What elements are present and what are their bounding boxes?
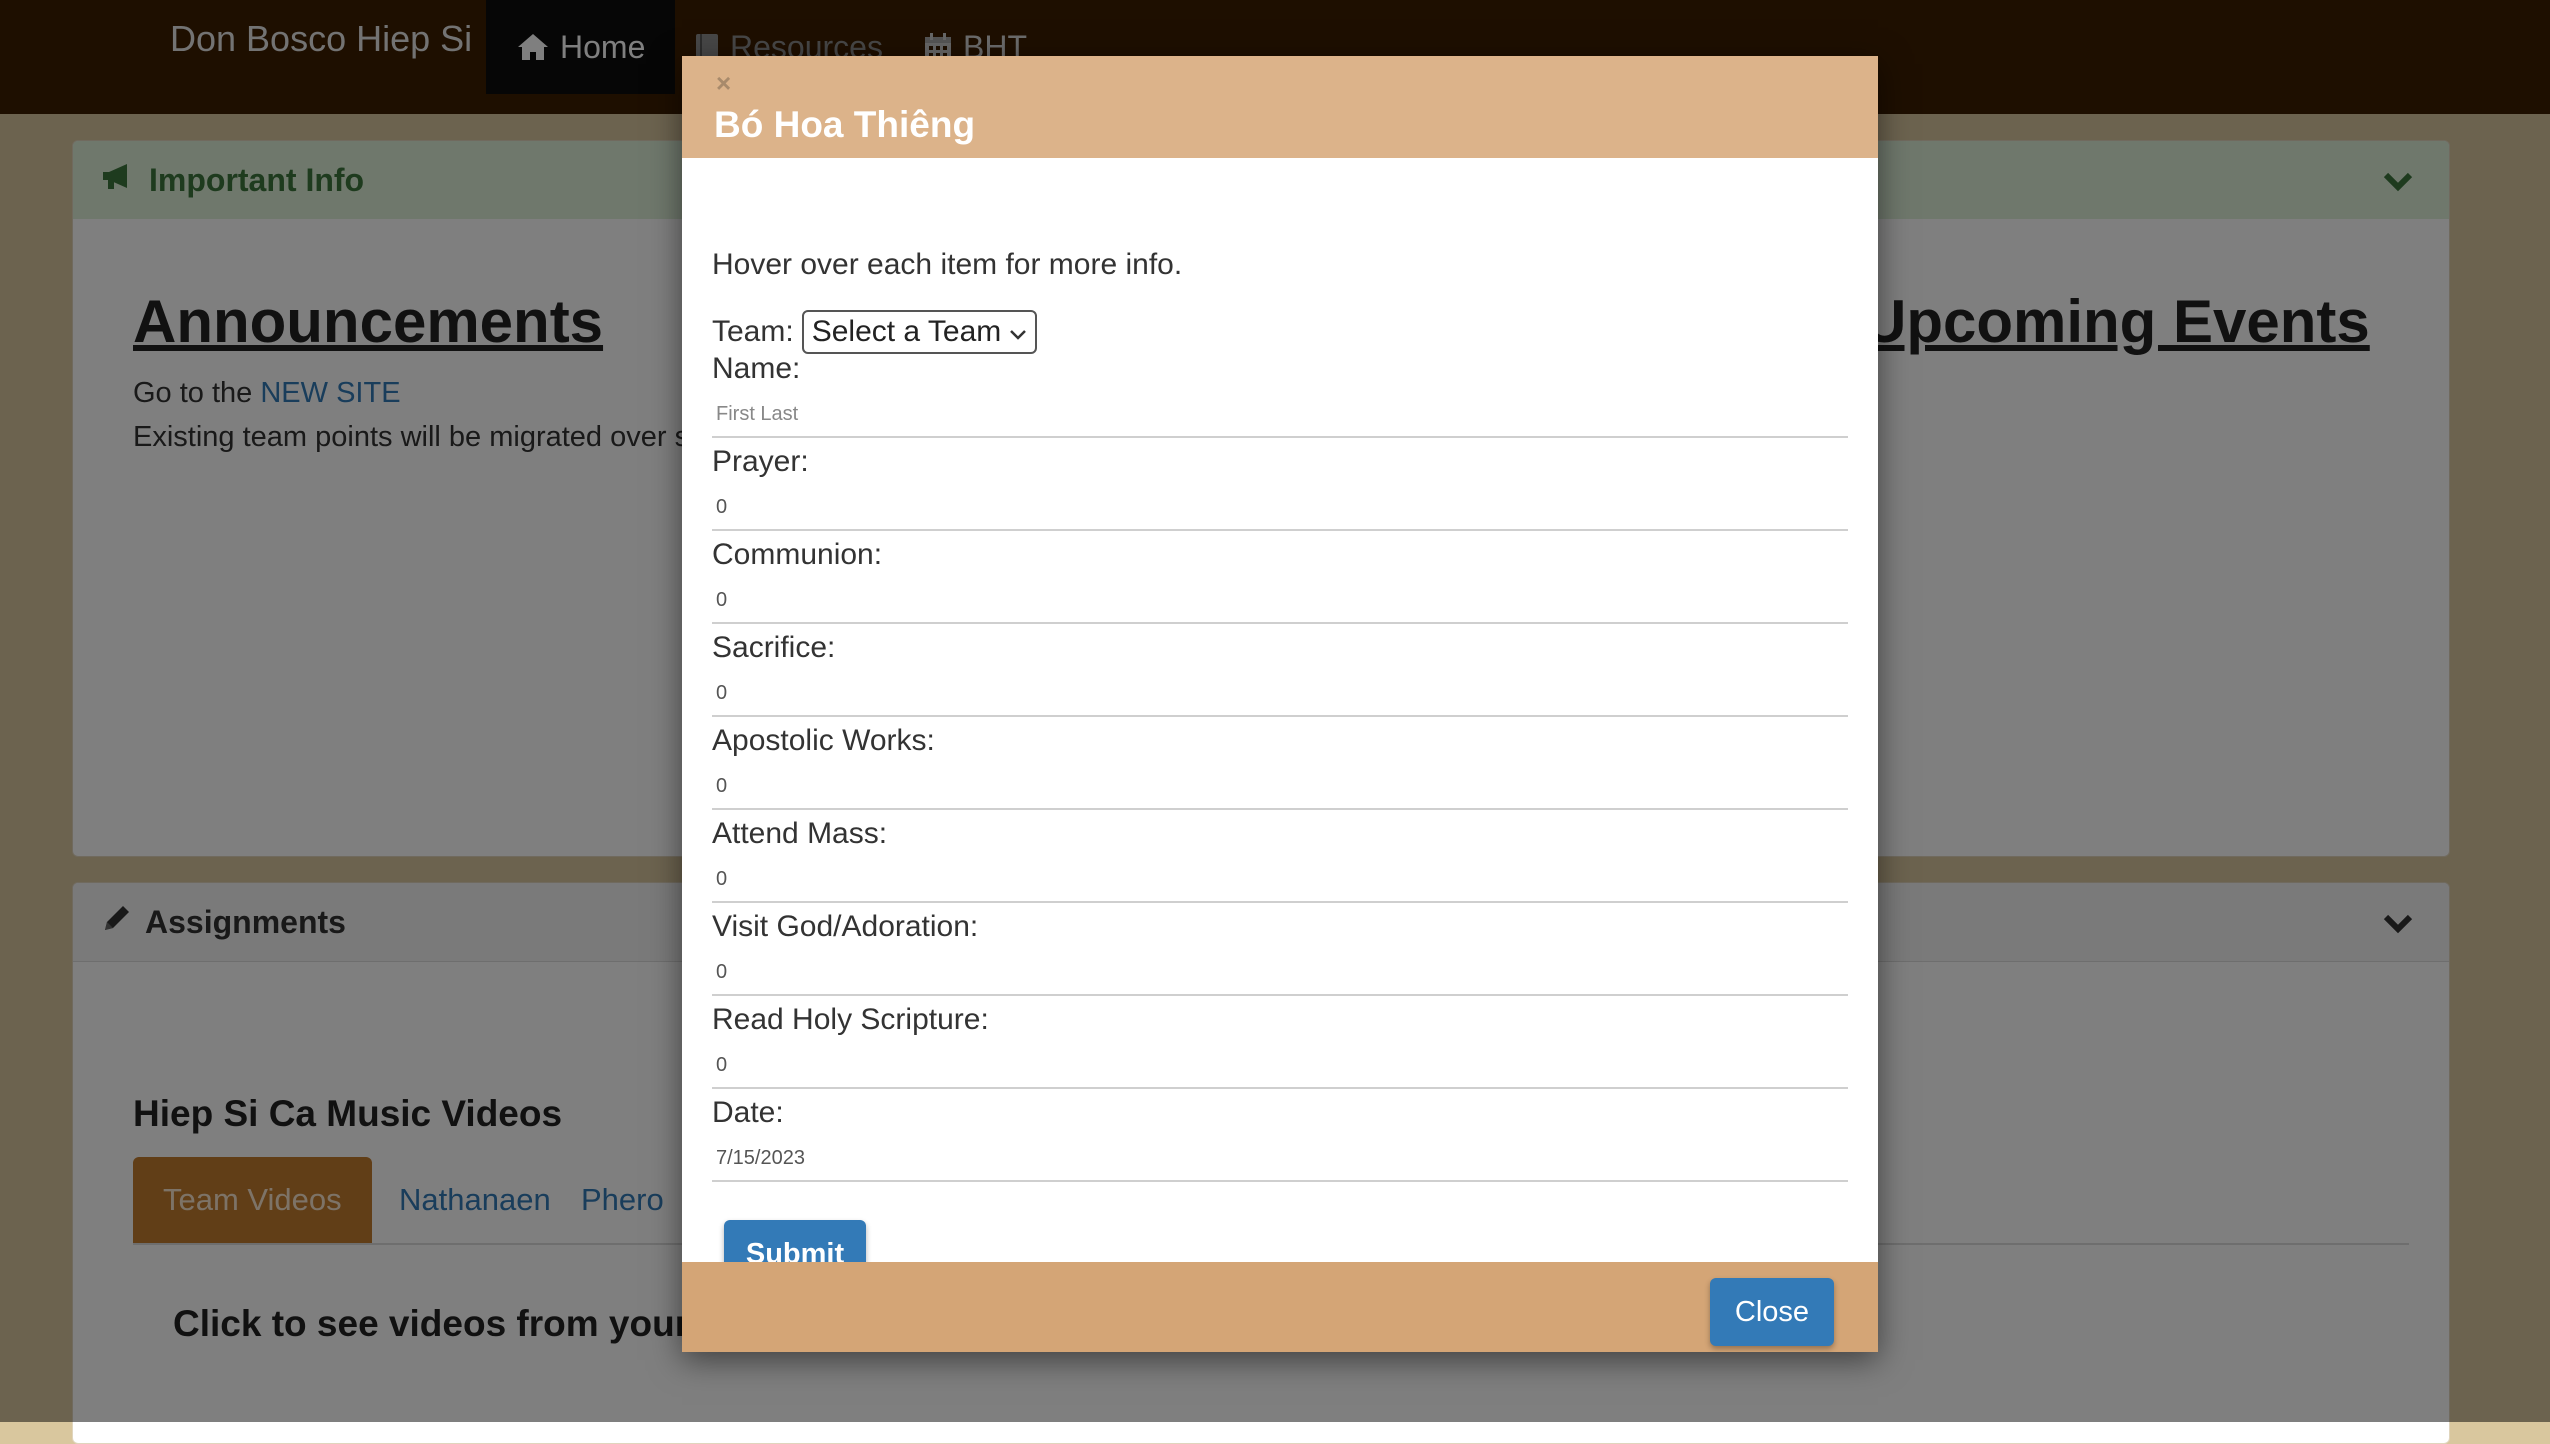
communion-label: Communion: (712, 538, 883, 571)
visit-god-label: Visit God/Adoration: (712, 910, 979, 943)
name-input[interactable] (712, 392, 1848, 438)
prayer-label: Prayer: (712, 445, 809, 478)
visit-god-field: Visit God/Adoration: (712, 910, 1848, 1003)
communion-input[interactable] (712, 578, 1848, 624)
prayer-field: Prayer: (712, 445, 1848, 538)
modal-title: Bó Hoa Thiêng (714, 104, 976, 145)
team-select[interactable]: Select a Team (801, 310, 1038, 354)
bht-modal: × Bó Hoa Thiêng Hover over each item for… (682, 56, 1878, 1352)
date-label: Date: (712, 1096, 784, 1129)
apostolic-works-label: Apostolic Works: (712, 724, 935, 757)
read-scripture-label: Read Holy Scripture: (712, 1003, 989, 1036)
modal-footer: Close (682, 1262, 1878, 1352)
attend-mass-label: Attend Mass: (712, 817, 888, 850)
prayer-input[interactable] (712, 485, 1848, 531)
hover-note: Hover over each item for more info. (712, 248, 1183, 281)
close-button[interactable]: Close (1710, 1278, 1834, 1346)
date-input[interactable] (712, 1136, 1848, 1182)
visit-god-input[interactable] (712, 950, 1848, 996)
name-label: Name: (712, 352, 801, 385)
communion-field: Communion: (712, 538, 1848, 631)
read-scripture-field: Read Holy Scripture: (712, 1003, 1848, 1096)
team-label: Team: (712, 315, 794, 348)
team-select-value: Select a Team (811, 315, 1002, 348)
sacrifice-input[interactable] (712, 671, 1848, 717)
modal-header: × Bó Hoa Thiêng (682, 56, 1878, 158)
date-field: Date: (712, 1096, 1848, 1189)
apostolic-works-field: Apostolic Works: (712, 724, 1848, 817)
sacrifice-field: Sacrifice: (712, 631, 1848, 724)
attend-mass-field: Attend Mass: (712, 817, 1848, 910)
sacrifice-label: Sacrifice: (712, 631, 836, 664)
team-row: Team: Select a Team (712, 310, 1038, 354)
close-icon[interactable]: × (716, 68, 731, 99)
attend-mass-input[interactable] (712, 857, 1848, 903)
chevron-down-icon (1009, 315, 1027, 349)
apostolic-works-input[interactable] (712, 764, 1848, 810)
name-field: Name: (712, 352, 1848, 445)
read-scripture-input[interactable] (712, 1043, 1848, 1089)
